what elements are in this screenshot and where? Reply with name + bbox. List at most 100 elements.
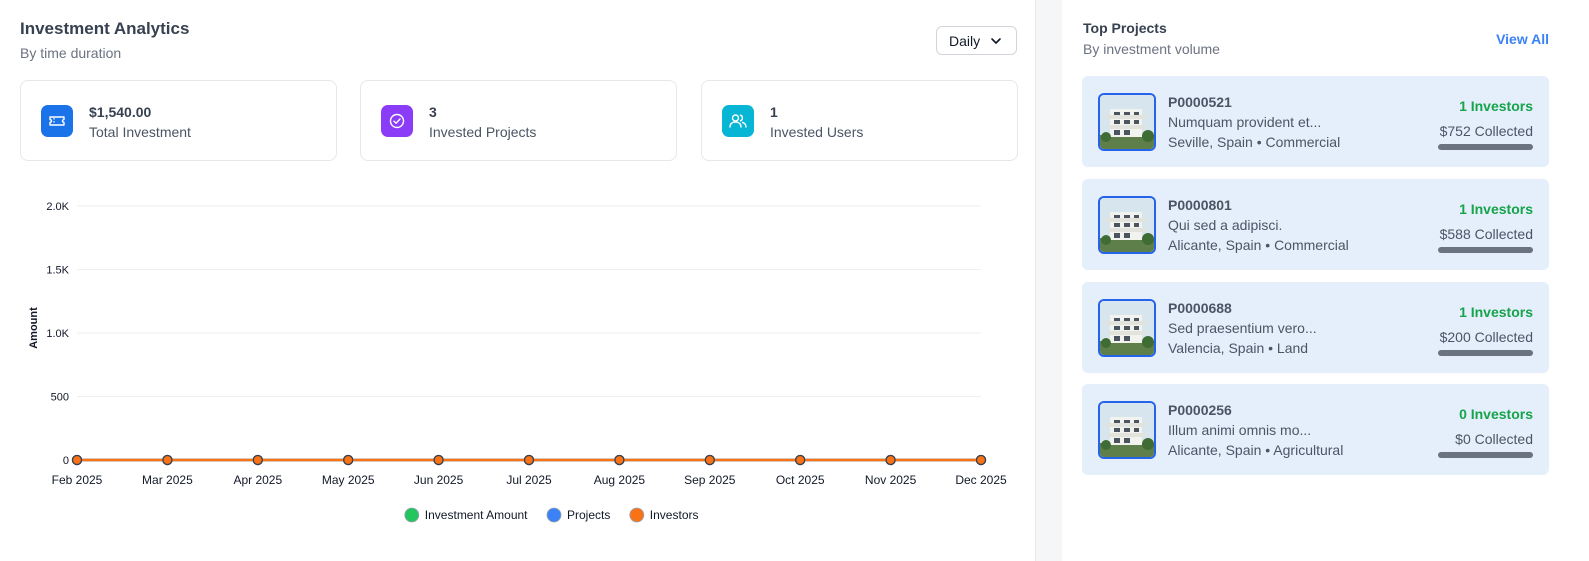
project-collected: $0 Collected [1455, 431, 1533, 447]
data-point[interactable] [162, 454, 173, 466]
x-tick-label: Dec 2025 [955, 473, 1007, 487]
legend-item-projects[interactable]: Projects [546, 507, 610, 523]
x-axis-ticks: Feb 2025 Mar 2025 Apr 2025 May 2025 Jun 2025… [52, 473, 1007, 487]
x-tick-label: Feb 2025 [52, 473, 103, 487]
dashboard: Investment Analytics By time duration Da… [0, 0, 1589, 561]
y-tick-label: 1.0K [46, 328, 69, 340]
stat-value: 1 [770, 104, 778, 120]
legend-label: Investment Amount [425, 508, 528, 522]
x-tick-label: Nov 2025 [865, 473, 917, 487]
project-description: Illum animi omnis mo... [1168, 422, 1312, 438]
data-point[interactable] [252, 454, 263, 466]
project-description: Qui sed a adipisci. [1168, 217, 1283, 233]
stat-card-invested-projects: 3 Invested Projects [360, 80, 677, 161]
project-code: P0000256 [1168, 402, 1232, 418]
top-projects-panel: Top Projects By investment volume View A… [1062, 0, 1589, 561]
period-select[interactable]: Daily [936, 26, 1017, 55]
chart-canvas: 0 500 1.0K 1.5K 2.0K Amount Feb 2025 Mar 2025… [28, 201, 1007, 523]
y-axis-label: Amount [28, 307, 40, 349]
stat-value: $1,540.00 [89, 104, 152, 120]
x-tick-label: Apr 2025 [233, 473, 282, 487]
y-axis-ticks: 0 500 1.0K 1.5K 2.0K [46, 201, 69, 467]
legend-swatch [404, 507, 420, 523]
y-tick-label: 1.5K [46, 265, 69, 277]
project-description: Sed praesentium vero... [1168, 320, 1317, 336]
data-point[interactable] [885, 454, 896, 466]
project-investors: 0 Investors [1459, 406, 1533, 422]
stat-label: Total Investment [89, 124, 191, 140]
project-card[interactable]: P0000801 Qui sed a adipisci. Alicante, S… [1082, 179, 1549, 270]
data-point[interactable] [343, 454, 354, 466]
project-thumbnail [1098, 299, 1156, 357]
data-point[interactable] [795, 454, 806, 466]
stat-value: 3 [429, 104, 437, 120]
y-tick-label: 0 [63, 455, 69, 467]
x-tick-label: Jul 2025 [506, 473, 552, 487]
data-point[interactable] [704, 454, 715, 466]
project-collected: $752 Collected [1439, 123, 1533, 139]
project-thumbnail [1098, 196, 1156, 254]
users-icon [722, 105, 754, 137]
legend-item-investment-amount[interactable]: Investment Amount [404, 507, 528, 523]
legend-label: Investors [650, 508, 699, 522]
period-select-value: Daily [949, 32, 981, 49]
project-card[interactable]: P0000521 Numquam provident et... Seville… [1082, 76, 1549, 167]
legend-swatch [546, 507, 562, 523]
check-circle-icon [381, 105, 413, 137]
panel-title: Investment Analytics [20, 19, 190, 38]
project-investors: 1 Investors [1459, 201, 1533, 217]
top-projects-title: Top Projects [1083, 20, 1167, 36]
data-point[interactable] [433, 454, 444, 466]
investment-line-chart: 0 500 1.0K 1.5K 2.0K Amount Feb 2025 Mar 2025… [0, 180, 1036, 540]
data-point[interactable] [523, 454, 535, 466]
stat-card-invested-users: 1 Invested Users [701, 80, 1018, 161]
data-point[interactable] [614, 454, 625, 466]
x-tick-label: Aug 2025 [594, 473, 646, 487]
y-tick-label: 500 [51, 392, 69, 404]
project-investors: 1 Investors [1459, 98, 1533, 114]
project-collected: $588 Collected [1439, 226, 1533, 242]
project-code: P0000801 [1168, 197, 1232, 213]
chart-series [71, 454, 987, 466]
data-point[interactable] [71, 454, 83, 466]
project-description: Numquam provident et... [1168, 114, 1322, 130]
stat-label: Invested Users [770, 124, 864, 140]
project-thumbnail [1098, 93, 1156, 151]
x-tick-label: Mar 2025 [142, 473, 193, 487]
series-investors [71, 454, 987, 466]
stat-label: Invested Projects [429, 124, 537, 140]
x-tick-label: May 2025 [322, 473, 375, 487]
legend-swatch [629, 507, 645, 523]
project-progress-bar [1438, 350, 1533, 356]
chart-grid [77, 205, 981, 461]
project-location: Alicante, Spain • Agricultural [1168, 442, 1344, 458]
project-code: P0000688 [1168, 300, 1232, 316]
project-card[interactable]: P0000688 Sed praesentium vero... Valenci… [1082, 282, 1549, 373]
stat-card-total-investment: $1,540.00 Total Investment [20, 80, 337, 161]
project-collected: $200 Collected [1439, 329, 1533, 345]
project-code: P0000521 [1168, 94, 1232, 110]
ticket-icon [41, 105, 73, 137]
project-progress-bar [1438, 247, 1533, 253]
chevron-down-icon [991, 38, 1001, 44]
project-progress-bar [1438, 144, 1533, 150]
data-point[interactable] [975, 454, 987, 466]
legend-item-investors[interactable]: Investors [629, 507, 699, 523]
project-location: Alicante, Spain • Commercial [1168, 237, 1349, 253]
view-all-link[interactable]: View All [1496, 31, 1549, 47]
x-tick-label: Jun 2025 [414, 473, 464, 487]
top-projects-subtitle: By investment volume [1083, 41, 1220, 57]
panel-subtitle: By time duration [20, 45, 122, 61]
investment-analytics-panel: Investment Analytics By time duration Da… [0, 0, 1036, 561]
project-card[interactable]: P0000256 Illum animi omnis mo... Alicant… [1082, 384, 1549, 475]
x-tick-label: Oct 2025 [776, 473, 825, 487]
project-investors: 1 Investors [1459, 304, 1533, 320]
x-tick-label: Sep 2025 [684, 473, 736, 487]
chart-legend: Investment Amount Projects Investors [404, 507, 699, 523]
project-thumbnail [1098, 401, 1156, 459]
legend-label: Projects [567, 508, 610, 522]
project-progress-bar [1438, 452, 1533, 458]
project-location: Valencia, Spain • Land [1168, 340, 1309, 356]
y-tick-label: 2.0K [46, 201, 69, 213]
project-location: Seville, Spain • Commercial [1168, 134, 1341, 150]
